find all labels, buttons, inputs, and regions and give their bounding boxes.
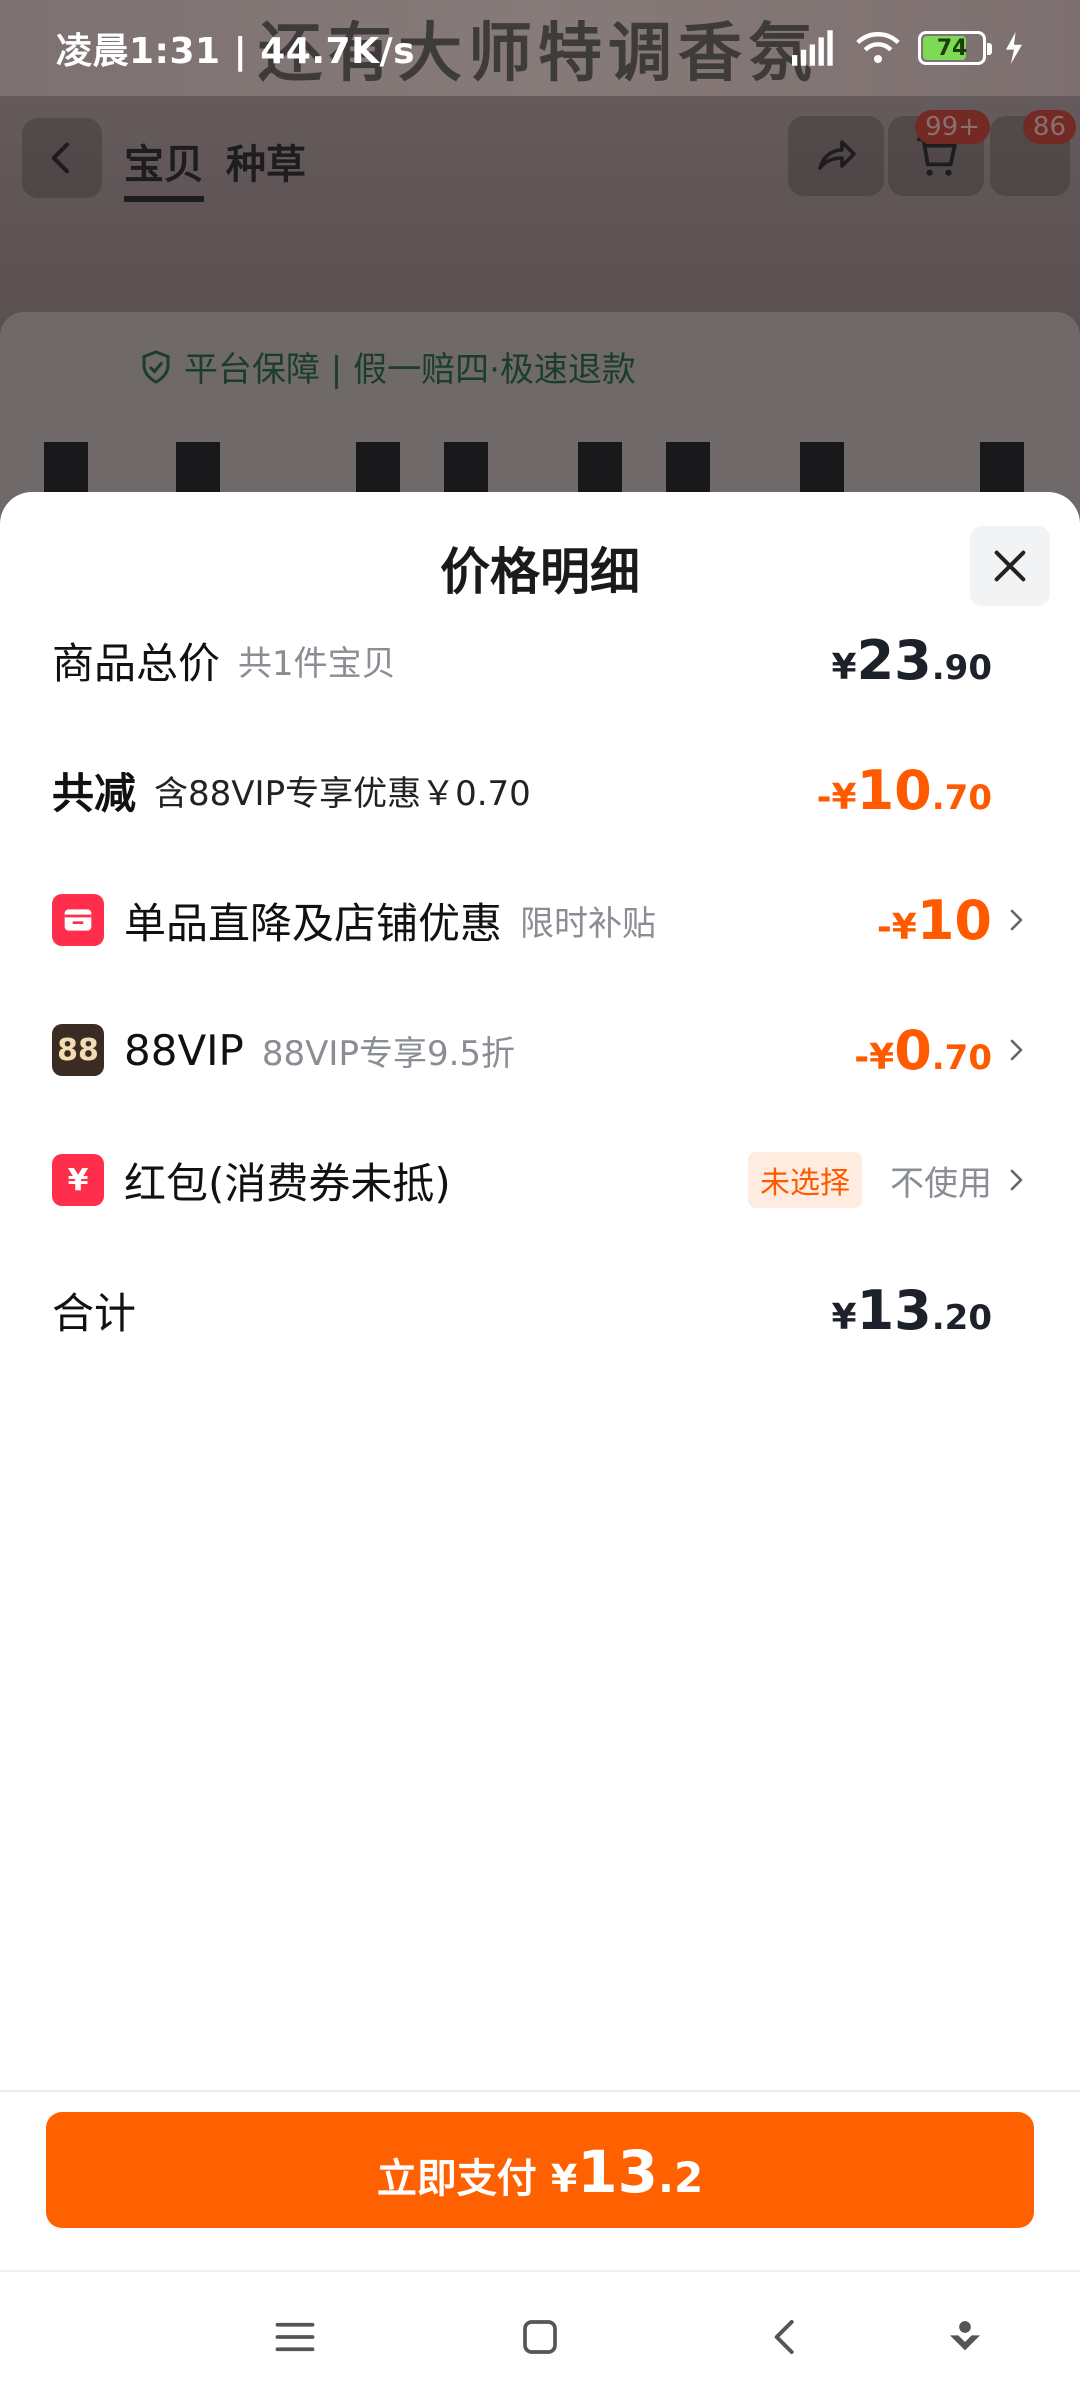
unselected-tag: 未选择	[748, 1152, 862, 1208]
shop-discount-value: -¥ 10	[828, 880, 1028, 960]
footer-divider	[0, 2090, 1080, 2092]
price-integer: 10	[916, 888, 992, 952]
assistant-icon	[950, 2321, 980, 2351]
discount-label: 共减	[52, 768, 137, 818]
battery-indicator: 74	[918, 31, 992, 65]
redpacket-status: 未选择 不使用	[748, 1140, 1028, 1220]
price-integer: 23	[856, 628, 932, 692]
row-vip-discount[interactable]: 88 88VIP 88VIP专享9.5折 -¥ 0 .70	[52, 1010, 1028, 1090]
price-integer: 13	[856, 1278, 932, 1342]
subtotal-label: 商品总价	[52, 638, 221, 688]
total-value: ¥ 13 .20	[832, 1270, 1028, 1350]
charging-icon	[1006, 32, 1022, 64]
vip-discount-value: -¥ 0 .70	[828, 1010, 1028, 1090]
discount-note: 含88VIP专享优惠￥0.70	[154, 773, 531, 814]
signal-icon	[792, 30, 833, 66]
assistant-button[interactable]	[930, 2302, 1000, 2372]
menu-icon	[275, 2322, 315, 2352]
pay-label: 立即支付	[376, 2156, 537, 2202]
pay-decimal: .2	[657, 2153, 704, 2202]
back-nav-button[interactable]	[750, 2302, 820, 2372]
menu-button[interactable]	[260, 2302, 330, 2372]
status-bar: 凌晨1:31 | 44.7K/s 74	[0, 0, 1080, 96]
row-total: 合计 ¥ 13 .20	[52, 1270, 1028, 1350]
chevron-right-icon	[1010, 1039, 1023, 1061]
row-shop-discount[interactable]: 单品直降及店铺优惠 限时补贴 -¥ 10	[52, 880, 1028, 960]
row-subtotal: 商品总价 共1件宝贝 ¥ 23 .90	[52, 620, 1028, 700]
battery-level: 74	[936, 35, 968, 61]
price-decimal: .90	[931, 647, 992, 688]
redpacket-icon: ¥	[52, 1154, 104, 1206]
pay-currency: ¥	[550, 2157, 578, 2201]
vip-icon: 88	[52, 1024, 104, 1076]
chevron-right-icon	[1010, 909, 1023, 931]
chevron-right-icon	[1010, 1169, 1023, 1191]
currency-symbol: -¥	[854, 1036, 895, 1078]
price-integer: 10	[856, 758, 932, 822]
shop-discount-label: 单品直降及店铺优惠	[124, 898, 503, 948]
not-use-option[interactable]: 不使用	[890, 1156, 992, 1205]
wifi-icon	[856, 32, 900, 64]
redpacket-label: 红包(消费券未抵)	[124, 1158, 451, 1208]
vip-label: 88VIP	[124, 1025, 244, 1075]
close-icon	[994, 550, 1026, 582]
close-button[interactable]	[970, 526, 1050, 606]
price-decimal: .70	[931, 777, 992, 818]
status-icons: 74	[792, 30, 1024, 66]
pay-now-button[interactable]: 立即支付 ¥ 13 .2	[46, 2112, 1034, 2228]
shop-icon	[52, 894, 104, 946]
row-red-packet[interactable]: ¥ 红包(消费券未抵) 未选择 不使用	[52, 1140, 1028, 1220]
pay-integer: 13	[577, 2138, 658, 2206]
home-icon	[523, 2320, 557, 2354]
status-time: 凌晨1:31 | 44.7K/s	[56, 31, 416, 72]
currency-symbol: -¥	[876, 906, 917, 948]
home-button[interactable]	[505, 2302, 575, 2372]
price-decimal: .20	[931, 1297, 992, 1338]
currency-symbol: ¥	[831, 1296, 857, 1338]
system-nav-bar	[0, 2270, 1080, 2400]
price-integer: 0	[894, 1018, 932, 1082]
price-decimal: .70	[931, 1037, 992, 1078]
price-detail-sheet: 价格明细 商品总价 共1件宝贝 ¥ 23 .90 共减 含88VIP专享优惠￥0…	[0, 492, 1080, 2270]
shop-discount-note: 限时补贴	[520, 903, 657, 944]
currency-symbol: ¥	[831, 646, 857, 688]
sheet-title: 价格明细	[440, 543, 640, 601]
back-nav-icon	[774, 2320, 794, 2354]
subtotal-count: 共1件宝贝	[238, 643, 396, 684]
vip-note: 88VIP专享9.5折	[261, 1033, 516, 1074]
row-total-discount: 共减 含88VIP专享优惠￥0.70 -¥ 10 .70	[52, 750, 1028, 830]
subtotal-value: ¥ 23 .90	[832, 620, 1028, 700]
total-label: 合计	[52, 1288, 137, 1338]
discount-value: -¥ 10 .70	[817, 750, 1028, 830]
redpacket-icon-glyph: ¥	[67, 1162, 89, 1198]
currency-symbol: -¥	[816, 776, 857, 818]
